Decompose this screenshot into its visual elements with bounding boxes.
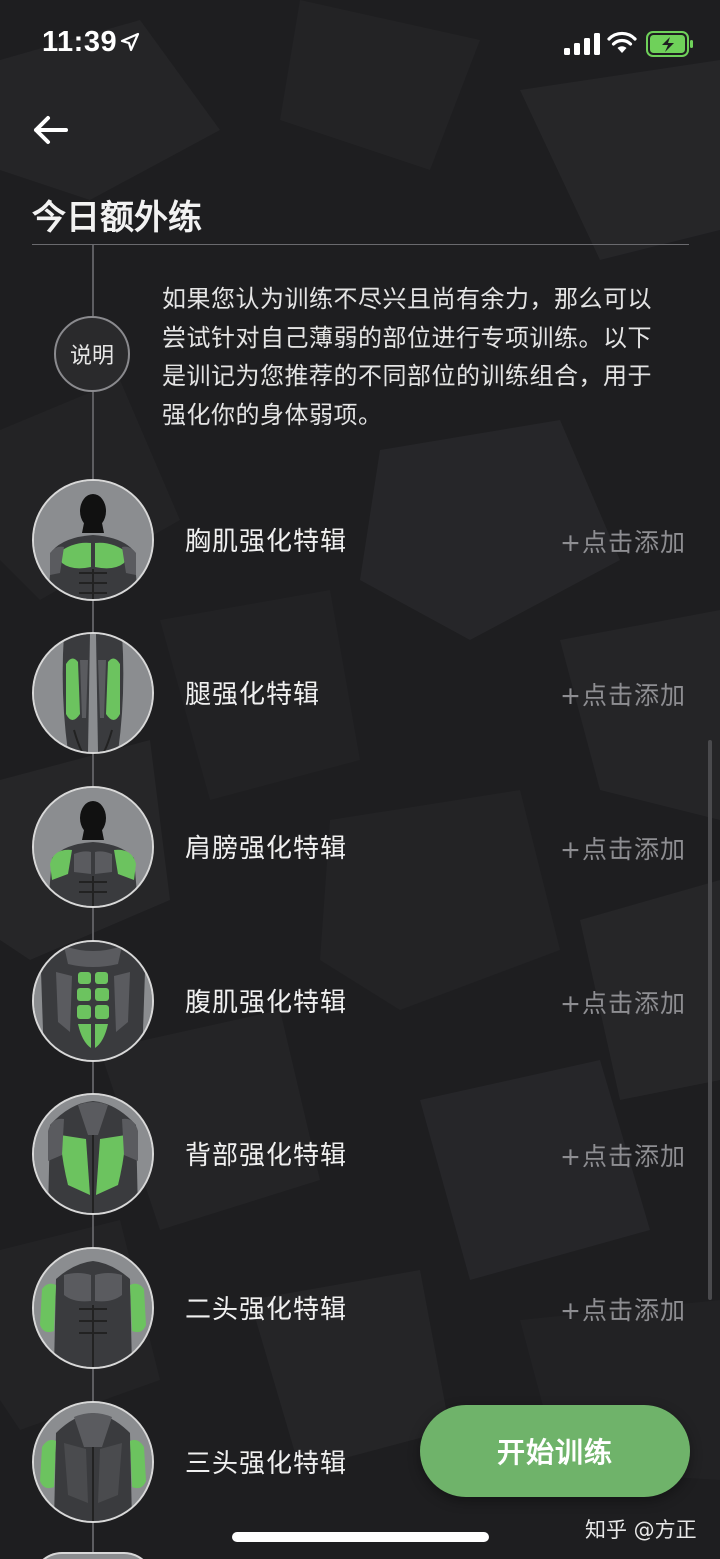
item-title: 三头强化特辑: [185, 1449, 348, 1479]
list-item-legs[interactable]: 腿强化特辑 +点击添加: [0, 632, 720, 760]
item-title: 二头强化特辑: [185, 1295, 348, 1325]
battery-charging-icon: [646, 31, 693, 57]
add-button[interactable]: +点击添加: [560, 676, 686, 712]
status-bar: 11:39: [0, 0, 720, 90]
note-description: 如果您认为训练不尽兴且尚有余力，那么可以尝试针对自己薄弱的部位进行专项训练。以下…: [162, 285, 652, 429]
item-title: 腿强化特辑: [185, 680, 321, 710]
item-title: 背部强化特辑: [185, 1141, 348, 1171]
note-badge: 说明: [54, 316, 130, 392]
title-divider: [32, 244, 689, 245]
back-arrow-icon[interactable]: [30, 110, 74, 150]
wifi-icon: [607, 31, 637, 53]
watermark-text: 知乎 @方正: [585, 1518, 697, 1542]
chest-muscle-icon: [32, 479, 154, 601]
list-item-chest[interactable]: 胸肌强化特辑 +点击添加: [0, 479, 720, 607]
location-arrow-icon: [120, 32, 140, 52]
shoulder-muscle-icon: [32, 786, 154, 908]
add-button[interactable]: +点击添加: [560, 830, 686, 866]
home-indicator[interactable]: [232, 1532, 489, 1542]
item-title: 胸肌强化特辑: [185, 527, 348, 557]
status-time: 11:39: [42, 26, 118, 58]
add-button[interactable]: +点击添加: [560, 523, 686, 559]
abs-muscle-icon: [32, 940, 154, 1062]
item-title: 肩膀强化特辑: [185, 834, 348, 864]
biceps-muscle-icon: [32, 1247, 154, 1369]
leg-muscle-icon: [32, 632, 154, 754]
list-item-back[interactable]: 背部强化特辑 +点击添加: [0, 1093, 720, 1221]
scroll-indicator[interactable]: [708, 740, 712, 1300]
list-item-shoulders[interactable]: 肩膀强化特辑 +点击添加: [0, 786, 720, 914]
list-item-biceps[interactable]: 二头强化特辑 +点击添加: [0, 1247, 720, 1375]
item-title: 腹肌强化特辑: [185, 988, 348, 1018]
start-training-button[interactable]: 开始训练: [420, 1405, 690, 1497]
cellular-signal-icon: [564, 33, 600, 55]
page-title: 今日额外练: [32, 198, 202, 238]
add-button[interactable]: +点击添加: [560, 984, 686, 1020]
list-item-abs[interactable]: 腹肌强化特辑 +点击添加: [0, 940, 720, 1068]
back-muscle-icon: [32, 1093, 154, 1215]
add-button[interactable]: +点击添加: [560, 1291, 686, 1327]
add-button[interactable]: +点击添加: [560, 1137, 686, 1173]
triceps-muscle-icon: [32, 1401, 154, 1523]
